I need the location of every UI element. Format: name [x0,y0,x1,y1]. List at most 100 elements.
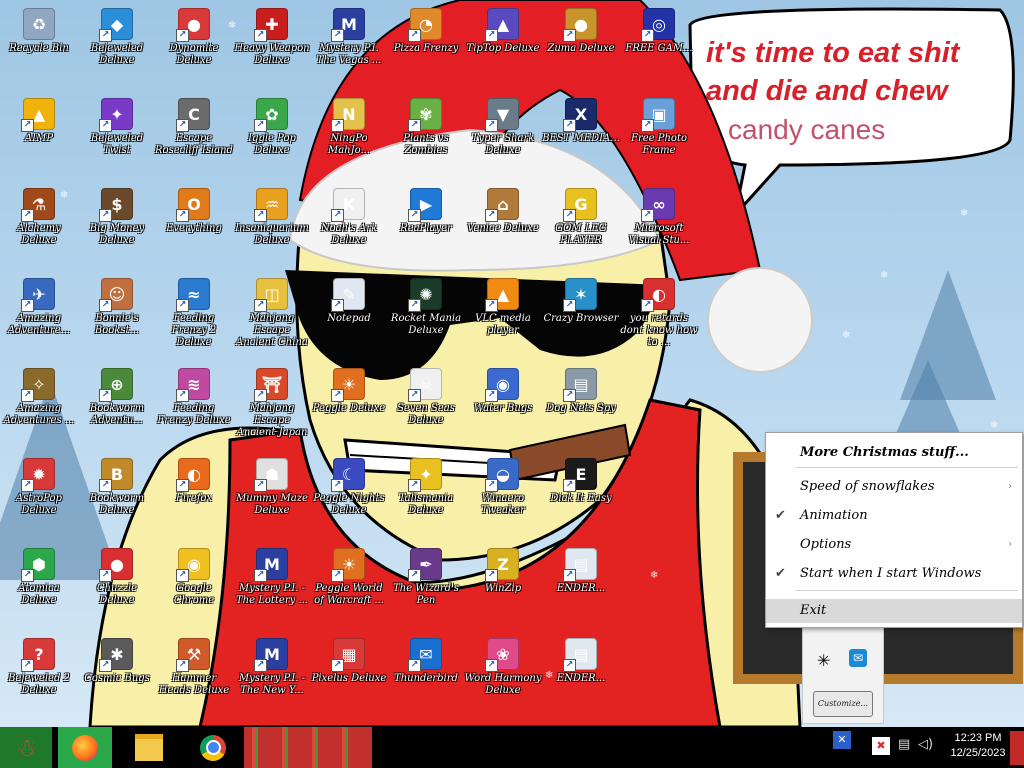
desktop-icon[interactable]: X ↗ BEST MEDIA... [542,92,620,178]
clock-date: 12/25/2023 [950,747,1006,759]
menu-item[interactable]: ✔ Start when I start Windows [766,562,1022,586]
desktop-icon[interactable]: ? ↗ Bejeweled 2 Deluxe [0,632,78,718]
desktop-icon[interactable]: ◒ ↗ Winaero Tweaker [464,452,542,538]
shortcut-arrow-icon: ↗ [176,389,189,402]
desktop-icon[interactable]: ☾ ↗ Peggle Nights Deluxe [310,452,388,538]
desktop-icon[interactable]: ⚒ ↗ Hammer Heads Deluxe [155,632,233,718]
customize-button[interactable]: Customize... [813,691,873,717]
desktop-icon[interactable]: O ↗ Everything [155,182,233,268]
desktop-icon[interactable]: ◫ ↗ Mahjong Escape Ancient China [233,272,311,358]
desktop-icon[interactable]: ☺ ↗ Bonnie's Bookst... [78,272,156,358]
desktop-icon[interactable]: ● ↗ Chuzzle Deluxe [78,542,156,628]
menu-item[interactable]: Exit [766,599,1022,623]
desktop-icon[interactable]: ✱ ↗ Cosmic Bugs [78,632,156,718]
desktop-icon[interactable]: ⛩ ↗ Mahjong Escape Ancient Japan [233,362,311,448]
desktop-icon[interactable]: ✒ ↗ The Wizard's Pen [387,542,465,628]
desktop-icon[interactable]: ▶ ↗ ReaPlayer [387,182,465,268]
desktop-icon[interactable]: ▤ ↗ ENDER... [542,632,620,718]
desktop-icon[interactable]: ☀ ↗ Peggle World of Warcraft ... [310,542,388,628]
desktop-icon[interactable]: ◔ ↗ Pizza Frenzy [387,2,465,88]
atomica-icon: ⬢ ↗ [21,548,55,582]
desktop-icon[interactable]: ⬢ ↗ Atomica Deluxe [0,542,78,628]
desktop-icon[interactable]: ✶ ↗ Crazy Browser [542,272,620,358]
desktop-icon[interactable]: ✚ ↗ Heavy Weapon Deluxe [233,2,311,88]
desktop-icon[interactable]: ▣ ↗ Free Photo Frame [620,92,698,178]
desktop-icon[interactable]: ▤ ↗ Dog Nets Spy [542,362,620,448]
desktop-icon[interactable]: ≈ ↗ Feeding Frenzy 2 Deluxe [155,272,233,358]
taskbar-chrome[interactable] [186,727,240,768]
menu-item[interactable]: More Christmas stuff... [766,441,1022,465]
desktop-icon[interactable]: E ↗ Dick It Easy [542,452,620,538]
desktop-icon[interactable]: K ↗ Noah's Ark Deluxe [310,182,388,268]
volume-icon[interactable]: ◁) [918,737,933,752]
desktop-icon[interactable]: ✈ ↗ Amazing Adventure... [0,272,78,358]
snowflake-tray-icon[interactable]: ✳ [817,651,830,670]
desktop-icon[interactable]: ◉ ↗ Google Chrome [155,542,233,628]
desktop-icon[interactable]: ⊕ ↗ Bookworm Adventu... [78,362,156,448]
desktop-icon[interactable]: M ↗ Mystery P.I. - The New Y... [233,632,311,718]
desktop-icon[interactable]: ✧ ↗ Amazing Adventures ... [0,362,78,448]
desktop-icon[interactable]: C ↗ Escape Rosecliff Island [155,92,233,178]
tray-app-icon[interactable]: ✖ [872,737,890,755]
menu-item[interactable]: ✔ Animation [766,504,1022,528]
desktop-icon[interactable]: ✹ ↗ AstroPop Deluxe [0,452,78,538]
desktop-icon[interactable]: ◐ ↗ Firefox [155,452,233,538]
desktop-icon[interactable]: ● ↗ Dynomite Deluxe [155,2,233,88]
shortcut-arrow-icon: ↗ [408,479,421,492]
desktop-icon[interactable]: Z ↗ WinZip [464,542,542,628]
desktop-icon[interactable]: ▤ ↗ ENDER... [542,542,620,628]
menu-item-label: More Christmas stuff... [800,445,969,460]
desktop-icon[interactable]: ∞ ↗ Microsoft Visual Stu... [620,182,698,268]
desktop-icon[interactable]: ✎ ↗ Notepad [310,272,388,358]
desktop-icon[interactable]: ▲ ↗ AIMP [0,92,78,178]
menu-item[interactable]: Options › [766,533,1022,557]
desktop-icon[interactable]: ✾ ↗ Plants vs Zombies [387,92,465,178]
shortcut-arrow-icon: ↗ [99,299,112,312]
desktop-icon-label: Mystery P.I. The Vegas ... [316,43,382,66]
action-center-icon[interactable]: ✕ [833,731,851,749]
desktop-icon[interactable]: ▼ ↗ Typer Shark Deluxe [464,92,542,178]
menu-item[interactable]: Speed of snowflakes › [766,475,1022,499]
desktop-icon[interactable]: ≋ ↗ Feeding Frenzy Deluxe [155,362,233,448]
desktop-icon[interactable]: ⌂ ↗ Venice Deluxe [464,182,542,268]
feeding-frenzy-2-icon: ≈ ↗ [176,278,210,312]
desktop-icon[interactable]: N ↗ NingPo MahJo... [310,92,388,178]
taskbar-clock[interactable]: 12:23 PM 12/25/2023 [940,731,1016,761]
chat-tray-icon[interactable]: ✉ [849,649,867,667]
desktop-icon[interactable]: ✉ ↗ Thunderbird [387,632,465,718]
shortcut-arrow-icon: ↗ [331,119,344,132]
desktop-icon[interactable]: ✦ ↗ Bejeweled Twist [78,92,156,178]
winaero-icon: ◒ ↗ [485,458,519,492]
shortcut-arrow-icon: ↗ [254,389,267,402]
desktop-icon[interactable]: $ ↗ Big Money Deluxe [78,182,156,268]
desktop-icon-label: FREE GAM... [625,43,693,54]
desktop-icon-label: Notepad [327,313,371,324]
desktop-icon[interactable]: ♻ Recycle Bin [0,2,78,88]
desktop-icon[interactable]: ▲ ↗ TipTop Deluxe [464,2,542,88]
desktop-icon[interactable]: ▲ ↗ VLC media player [464,272,542,358]
taskbar-firefox[interactable] [58,727,112,768]
network-icon[interactable]: ▤ [898,737,910,752]
desktop-icon[interactable]: ● ↗ Zuma Deluxe [542,2,620,88]
desktop-icon[interactable]: ◐ ↗ you retards dont know how to ... [620,272,698,358]
desktop-icon[interactable]: M ↗ Mystery P.I. The Vegas ... [310,2,388,88]
desktop-icon[interactable]: ⚗ ↗ Alchemy Deluxe [0,182,78,268]
desktop-icon[interactable]: ☗ ↗ Mummy Maze Deluxe [233,452,311,538]
desktop-icon[interactable]: ◎ ↗ FREE GAM... [620,2,698,88]
desktop-icon[interactable]: ❀ ↗ Word Harmony Deluxe [464,632,542,718]
desktop-icon[interactable]: ◉ ↗ Water Bugs [464,362,542,448]
desktop-icon[interactable]: ✿ ↗ Iggle Pop Deluxe [233,92,311,178]
desktop-icon[interactable]: ✺ ↗ Rocket Mania Deluxe [387,272,465,358]
desktop-icon[interactable]: ✦ ↗ Talismania Deluxe [387,452,465,538]
shortcut-arrow-icon: ↗ [254,209,267,222]
taskbar-file-explorer[interactable] [122,727,176,768]
desktop-icon[interactable]: G ↗ GOM LEG PLAYER [542,182,620,268]
desktop-icon[interactable]: ☀ ↗ Peggle Deluxe [310,362,388,448]
desktop-icon[interactable]: ▦ ↗ Pixelus Deluxe [310,632,388,718]
start-button[interactable]: ☃ [0,727,52,768]
desktop-icon[interactable]: ◆ ↗ Bejeweled Deluxe [78,2,156,88]
desktop-icon[interactable]: M ↗ Mystery P.I. - The Lottery ... [233,542,311,628]
desktop-icon[interactable]: ☠ ↗ Seven Seas Deluxe [387,362,465,448]
desktop-icon[interactable]: ♒ ↗ Insaniquarium Deluxe [233,182,311,268]
desktop-icon[interactable]: B ↗ Bookworm Deluxe [78,452,156,538]
